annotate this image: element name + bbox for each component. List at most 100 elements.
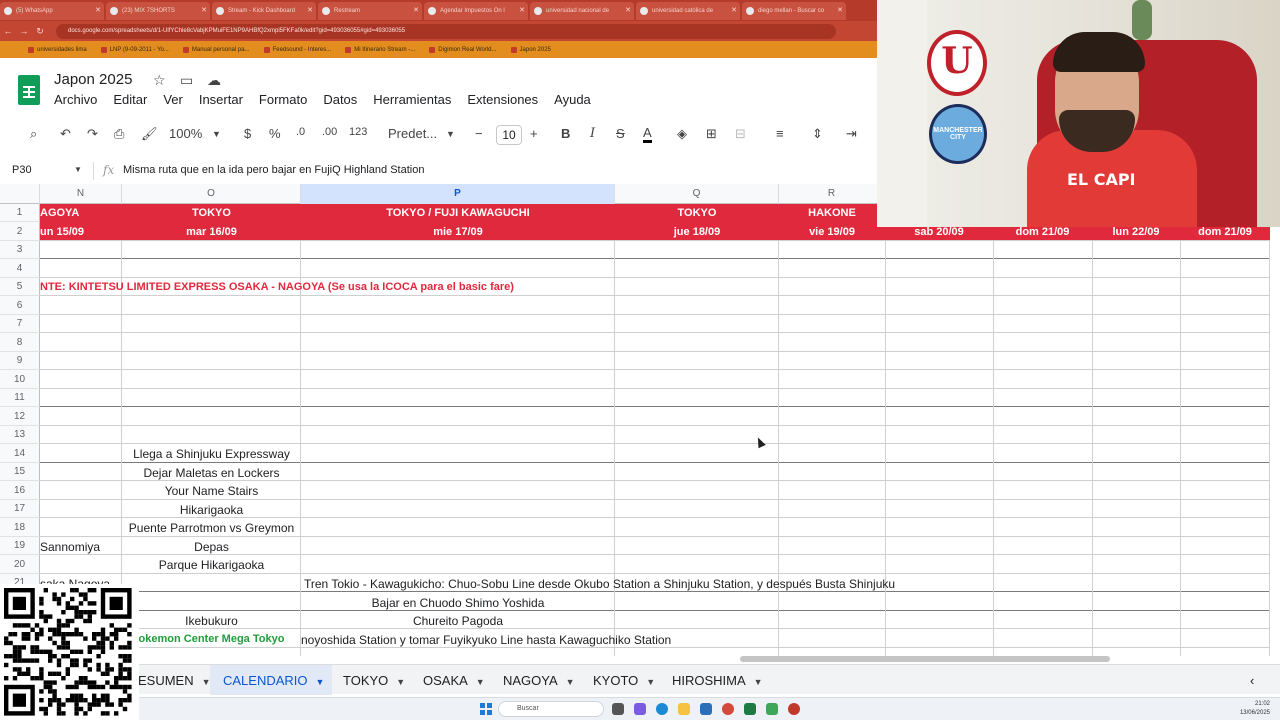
zoom-select[interactable]: 100% [169,126,202,141]
row-header[interactable]: 12 [0,407,40,426]
chevron-down-icon[interactable]: ▼ [202,677,211,687]
cell-o23[interactable]: Ikebukuro [122,614,301,628]
redo-icon[interactable]: ↷ [87,126,98,142]
row-header[interactable]: 7 [0,315,40,333]
text-color-icon[interactable]: A [643,126,652,143]
paint-format-icon[interactable]: 🖌 [141,126,158,142]
formula-input[interactable]: Misma ruta que en la ida pero bajar en F… [123,164,424,176]
cloud-status-icon[interactable]: ☁ [207,72,221,89]
menu-editar[interactable]: Editar [113,92,147,107]
select-all-corner[interactable] [0,184,40,204]
menu-ayuda[interactable]: Ayuda [554,92,591,107]
browser-tab[interactable]: universidad católica de ✕ [636,2,740,20]
header-date-v[interactable]: dom 21/09 [1180,226,1270,238]
bookmark-item[interactable]: Mi Itinerario Stream -... [345,46,415,53]
row-header[interactable]: 1 [0,204,40,222]
chevron-down-icon[interactable]: ▼ [316,677,325,687]
cell-p22[interactable]: Bajar en Chuodo Shimo Yoshida [301,596,615,610]
chevron-down-icon[interactable]: ▼ [396,677,405,687]
bookmark-item[interactable]: Feedsound - Interes... [263,46,331,53]
close-icon[interactable]: ✕ [95,2,101,20]
row-header[interactable]: 14 [0,444,40,463]
excel-icon[interactable] [744,703,756,715]
row-header[interactable]: 9 [0,352,40,370]
cell-o18[interactable]: Puente Parrotmon vs Greymon [122,521,301,535]
transport-note[interactable]: NTE: KINTETSU LIMITED EXPRESS OSAKA - NA… [40,281,514,293]
header-date-r[interactable]: vie 19/09 [779,226,885,238]
bold-button[interactable]: B [561,126,570,141]
browser-tab[interactable]: Agendar Impuestos On l ✕ [424,2,528,20]
merge-cells-icon[interactable]: ⊟ [735,126,746,142]
row-header[interactable]: 13 [0,426,40,444]
row-header[interactable]: 6 [0,296,40,315]
column-header-p[interactable]: P [301,184,615,204]
font-select[interactable]: Predet... [388,126,437,141]
percent-button[interactable]: % [269,126,281,141]
chevron-down-icon[interactable]: ▼ [476,677,485,687]
print-icon[interactable]: ⎙ [114,126,124,142]
search-menus-icon[interactable]: ⌕ [30,126,37,142]
cell-o19[interactable]: Depas [122,540,301,554]
close-icon[interactable]: ✕ [413,2,419,20]
edge-icon[interactable] [656,703,668,715]
menu-ver[interactable]: Ver [163,92,183,107]
borders-icon[interactable]: ⊞ [706,126,717,142]
header-date-n[interactable]: un 15/09 [40,226,122,238]
chevron-down-icon[interactable]: ▼ [566,677,575,687]
bookmark-item[interactable]: Manual personal pa... [182,46,250,53]
browser-tab[interactable]: Stream - Kick Dashboard ✕ [212,2,316,20]
number-format-button[interactable]: 123 [349,126,367,138]
cell-p24[interactable]: noyoshida Station y tomar Fuyikyuko Line… [301,633,801,647]
header-city-q[interactable]: TOKYO [615,207,779,219]
column-header-q[interactable]: Q [615,184,779,204]
reload-icon[interactable]: ↻ [32,26,48,37]
app-icon[interactable] [788,703,800,715]
cell-o20[interactable]: Parque Hikarigaoka [122,558,301,572]
close-icon[interactable]: ✕ [201,2,207,20]
sheet-tab-hiroshima[interactable]: HIROSHIMA ▼ [672,673,763,688]
browser-tab[interactable]: Restream ✕ [318,2,422,20]
header-city-n[interactable]: AGOYA [40,207,122,219]
decrease-decimal-button[interactable]: .0 [296,126,305,138]
sheet-tab-kyoto[interactable]: KYOTO ▼ [593,673,655,688]
row-header[interactable]: 20 [0,555,40,574]
browser-tab[interactable]: diego mellan - Buscar co ✕ [742,2,846,20]
file-explorer-icon[interactable] [678,703,690,715]
header-city-p[interactable]: TOKYO / FUJI KAWAGUCHI [301,207,615,219]
header-city-r[interactable]: HAKONE [779,207,885,219]
cell-o14[interactable]: Llega a Shinjuku Expressway [122,447,301,461]
font-size-input[interactable]: 10 [496,125,522,145]
currency-button[interactable]: $ [244,126,251,141]
close-icon[interactable]: ✕ [837,2,843,20]
sheet-tab-tokyo[interactable]: TOKYO ▼ [343,673,405,688]
row-header[interactable]: 19 [0,537,40,555]
font-size-decrease-icon[interactable]: − [475,126,483,141]
task-view-icon[interactable] [612,703,624,715]
chevron-down-icon[interactable]: ▼ [74,165,82,174]
italic-button[interactable]: I [590,126,595,141]
header-date-o[interactable]: mar 16/09 [122,226,301,238]
menu-insertar[interactable]: Insertar [199,92,243,107]
close-icon[interactable]: ✕ [625,2,631,20]
row-header[interactable]: 16 [0,481,40,500]
name-box[interactable]: P30 [12,164,32,176]
bookmark-item[interactable]: Japon 2025 [510,46,551,53]
menu-datos[interactable]: Datos [323,92,357,107]
forward-icon[interactable]: → [16,26,32,36]
sheet-tab-resumen[interactable]: ESUMEN ▼ [138,673,211,688]
align-vertical-icon[interactable]: ⇕ [812,126,823,142]
header-date-s[interactable]: sab 20/09 [885,226,993,238]
url-input[interactable]: docs.google.com/spreadsheets/d/1-UlfYChl… [56,23,836,39]
column-header-o[interactable]: O [122,184,301,204]
fill-color-icon[interactable]: ◈ [677,126,687,142]
back-icon[interactable]: ← [0,26,16,36]
cell-o17[interactable]: Hikarigaoka [122,503,301,517]
align-horizontal-icon[interactable]: ≡ [776,126,784,141]
bookmark-item[interactable]: LNP (9-09-2011 - Yo... [100,46,169,53]
row-header[interactable]: 8 [0,333,40,352]
chrome-icon[interactable] [722,703,734,715]
row-header[interactable]: 15 [0,463,40,481]
header-date-q[interactable]: jue 18/09 [615,226,779,238]
row-header[interactable]: 18 [0,518,40,537]
taskbar-search-input[interactable]: Buscar [498,701,604,717]
